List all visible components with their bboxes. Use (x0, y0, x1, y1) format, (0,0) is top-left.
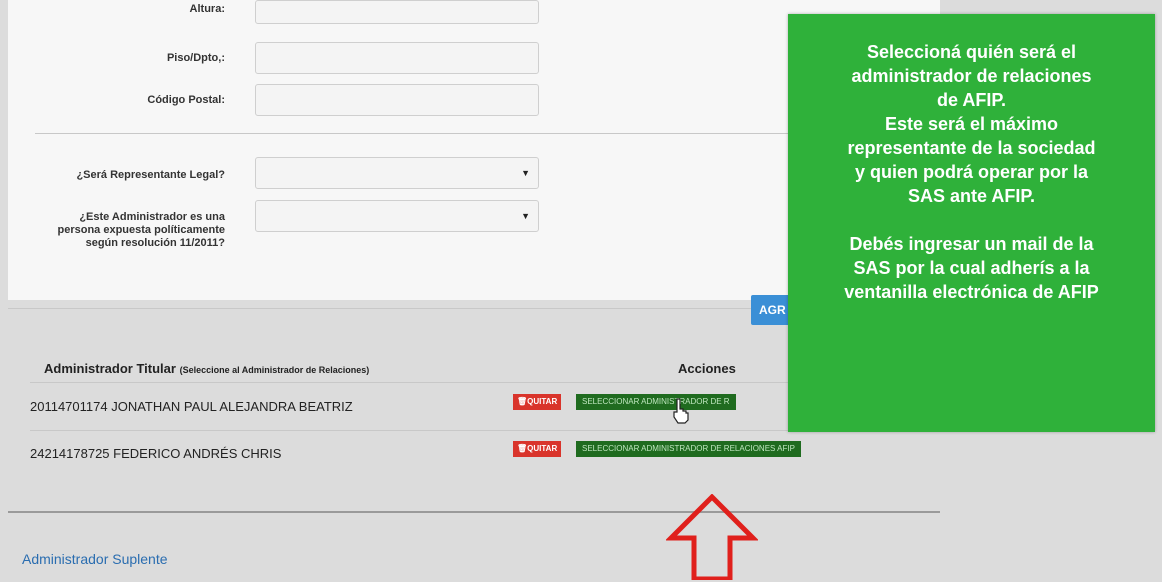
seleccionar-admin-button[interactable]: SELECCIONAR ADMINISTRADOR DE R (576, 394, 736, 410)
callout-line: SAS ante AFIP. (907, 186, 1036, 206)
table-row: 24214178725 FEDERICO ANDRÉS CHRIS 🗑QUITA… (30, 431, 910, 477)
titular-header-sub: (Seleccione al Administrador de Relacion… (179, 365, 370, 375)
expuesta-label-line2: persona expuesta políticamente (57, 224, 226, 236)
acciones-header: Acciones (678, 361, 736, 376)
callout-line: Este será el máximo (884, 114, 1059, 134)
dropdown-arrow-icon: ▼ (521, 211, 530, 221)
callout-line: SAS por la cual adherís a la (853, 258, 1090, 278)
table-divider (30, 382, 790, 383)
expuesta-label: ¿Este Administrador es una persona expue… (10, 211, 226, 250)
seleccionar-admin-button[interactable]: SELECCIONAR ADMINISTRADOR DE RELACIONES … (576, 441, 801, 457)
quitar-button[interactable]: 🗑QUITAR (513, 441, 562, 457)
instruction-callout: Seleccioná quién será el administrador d… (788, 14, 1155, 432)
representante-label: ¿Será Representante Legal? (76, 169, 225, 181)
callout-line: administrador de relaciones (851, 66, 1092, 86)
expuesta-label-line1: ¿Este Administrador es una (79, 211, 225, 223)
administrador-suplente-title[interactable]: Administrador Suplente (22, 551, 168, 567)
agregar-button[interactable]: AGR (751, 295, 791, 325)
codigo-postal-label: Código Postal: (147, 94, 225, 106)
callout-line: y quien podrá operar por la (854, 162, 1089, 182)
up-arrow-icon (666, 494, 758, 580)
expuesta-select[interactable]: ▼ (255, 200, 539, 232)
callout-line: Debés ingresar un mail de la (849, 234, 1094, 254)
piso-label: Piso/Dpto,: (166, 52, 225, 64)
admin-name: 20114701174 JONATHAN PAUL ALEJANDRA BEAT… (30, 399, 353, 414)
callout-line: de AFIP. (936, 90, 1007, 110)
piso-input[interactable] (255, 42, 539, 74)
callout-line: Seleccioná quién será el (866, 42, 1077, 62)
table-row: 20114701174 JONATHAN PAUL ALEJANDRA BEAT… (30, 384, 910, 430)
callout-line: representante de la sociedad (847, 138, 1096, 158)
altura-label: Altura: (189, 3, 225, 15)
pointer-hand-icon (673, 398, 689, 424)
admin-name: 24214178725 FEDERICO ANDRÉS CHRIS (30, 446, 282, 461)
section-divider (8, 308, 788, 309)
panel-bottom-border (8, 511, 940, 513)
quitar-label: QUITAR (527, 397, 558, 406)
titular-header: Administrador Titular (Seleccione al Adm… (44, 361, 369, 376)
titular-header-main: Administrador Titular (44, 361, 176, 376)
representante-select[interactable]: ▼ (255, 157, 539, 189)
altura-input[interactable] (255, 0, 539, 24)
codigo-postal-input[interactable] (255, 84, 539, 116)
dropdown-arrow-icon: ▼ (521, 168, 530, 178)
callout-line: ventanilla electrónica de AFIP (844, 282, 1099, 302)
callout-spacer (800, 208, 1143, 232)
quitar-button[interactable]: 🗑QUITAR (513, 394, 562, 410)
quitar-label: QUITAR (527, 444, 558, 453)
form-divider (35, 133, 795, 134)
expuesta-label-line3: según resolución 11/2011? (85, 237, 225, 249)
